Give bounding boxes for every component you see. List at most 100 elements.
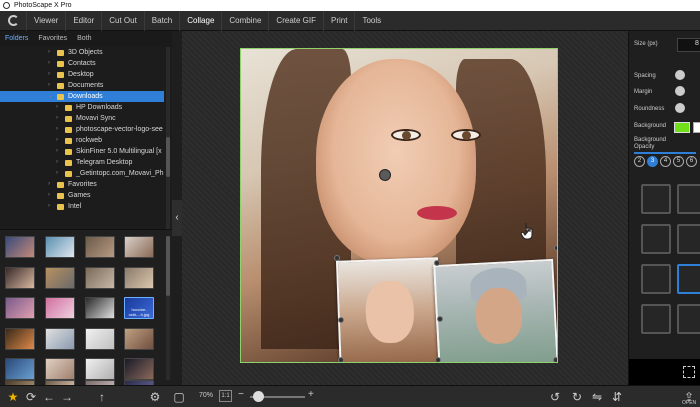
folder-tree-item[interactable]: › Movavi Sync xyxy=(0,113,172,124)
photo-thumbnail[interactable] xyxy=(45,297,75,319)
rotate-right-icon[interactable]: ↻ xyxy=(570,390,584,404)
arrow-right-icon[interactable]: → xyxy=(60,390,74,404)
layout-tile-selected[interactable] xyxy=(677,264,700,294)
menu-batch[interactable]: Batch xyxy=(143,10,179,31)
photo-thumbnail[interactable] xyxy=(124,358,154,380)
count-option-6[interactable]: 6 xyxy=(686,156,697,167)
zoom-in-button[interactable]: + xyxy=(308,389,314,400)
folder-tree-item[interactable]: ⌄ Downloads xyxy=(0,91,164,102)
expand-arrow-icon[interactable]: › xyxy=(56,135,58,146)
folder-tree-item[interactable]: › Desktop xyxy=(0,69,172,80)
photo-thumbnail[interactable] xyxy=(5,267,35,289)
layout-tile[interactable] xyxy=(677,184,700,214)
arrow-up-icon[interactable]: ↑ xyxy=(95,390,109,404)
layout-tile[interactable] xyxy=(641,304,671,334)
refresh-icon[interactable]: ⟳ xyxy=(24,390,38,404)
folder-tree-item[interactable]: › Telegram Desktop xyxy=(0,157,172,168)
resize-handle[interactable] xyxy=(437,316,443,322)
menu-collage[interactable]: Collage xyxy=(179,10,221,31)
gear-icon[interactable]: ⚙ xyxy=(148,390,162,404)
photo-thumbnail[interactable] xyxy=(124,328,154,350)
thumbnail-scrollbar[interactable] xyxy=(166,236,170,380)
layout-tile[interactable] xyxy=(677,224,700,254)
folder-tree-item[interactable]: › 3D Objects xyxy=(0,47,172,58)
photo-thumbnail[interactable] xyxy=(45,328,75,350)
folder-tree-scrollbar[interactable] xyxy=(166,47,170,229)
layout-tile[interactable] xyxy=(641,184,671,214)
expand-arrow-icon[interactable]: › xyxy=(48,179,50,190)
count-option-3[interactable]: 3 xyxy=(647,156,658,167)
menu-editor[interactable]: Editor xyxy=(65,10,101,31)
collage-canvas[interactable] xyxy=(182,31,628,385)
count-option-5[interactable]: 5 xyxy=(673,156,684,167)
zoom-one-to-one-button[interactable]: 1:1 xyxy=(219,390,232,402)
folder-tree-item[interactable]: › SkinFiner 5.0 Multilingual [x xyxy=(0,146,172,157)
zoom-out-button[interactable]: − xyxy=(238,389,244,400)
expand-arrow-icon[interactable]: › xyxy=(48,80,50,91)
resize-handle[interactable] xyxy=(553,357,557,362)
menu-print[interactable]: Print xyxy=(323,10,354,31)
margin-slider[interactable] xyxy=(675,86,685,96)
collage-photo-3[interactable] xyxy=(433,258,557,362)
star-icon[interactable]: ★ xyxy=(6,390,20,404)
frame-toggle-icon[interactable]: ▢ xyxy=(172,390,186,404)
collage-photo-2[interactable] xyxy=(335,257,443,362)
resize-handle[interactable] xyxy=(554,245,557,251)
tab-both[interactable]: Both xyxy=(72,31,96,47)
background-color-swatch[interactable] xyxy=(674,122,690,133)
layout-tile[interactable] xyxy=(641,264,671,294)
menu-viewer[interactable]: Viewer xyxy=(26,10,65,31)
resize-handle[interactable] xyxy=(435,357,441,362)
expand-arrow-icon[interactable]: › xyxy=(56,157,58,168)
app-menu-icon[interactable] xyxy=(0,11,26,31)
folder-tree-item[interactable]: › photoscape-vector-logo-see xyxy=(0,124,172,135)
tab-folders[interactable]: Folders xyxy=(0,31,33,47)
menu-cut-out[interactable]: Cut Out xyxy=(101,10,144,31)
photo-thumbnail[interactable] xyxy=(45,236,75,258)
menu-combine[interactable]: Combine xyxy=(221,10,268,31)
spacing-slider[interactable] xyxy=(675,70,685,80)
expand-arrow-icon[interactable]: › xyxy=(48,201,50,212)
photo-thumbnail[interactable] xyxy=(85,358,115,380)
arrow-left-icon[interactable]: ← xyxy=(42,390,56,404)
photo-thumbnail[interactable]: hovcine-ncbi-...h.jpg xyxy=(124,297,154,319)
resize-handle[interactable] xyxy=(334,255,340,261)
folder-tree-item[interactable]: › rockweb xyxy=(0,135,172,146)
folder-tree-item[interactable]: › Favorites xyxy=(0,179,172,190)
expand-arrow-icon[interactable]: › xyxy=(56,124,58,135)
zoom-slider-knob[interactable] xyxy=(253,391,264,402)
count-option-4[interactable]: 4 xyxy=(660,156,671,167)
expand-arrow-icon[interactable]: › xyxy=(48,69,50,80)
bg-opacity-slider[interactable] xyxy=(634,152,696,154)
collage-frame[interactable] xyxy=(240,48,558,363)
collapse-panel-button[interactable]: ‹ xyxy=(172,200,182,236)
expand-arrow-icon[interactable]: › xyxy=(56,146,58,157)
resize-handle[interactable] xyxy=(434,260,440,266)
photo-thumbnail[interactable] xyxy=(5,358,35,380)
background-pattern-swatch[interactable] xyxy=(693,122,700,133)
rotate-left-icon[interactable]: ↺ xyxy=(548,390,562,404)
folder-tree-item[interactable]: › HP Downloads xyxy=(0,102,172,113)
drag-grip-handle[interactable] xyxy=(379,169,391,181)
menu-create-gif[interactable]: Create GIF xyxy=(268,10,323,31)
photo-thumbnail[interactable] xyxy=(45,267,75,289)
photo-thumbnail[interactable] xyxy=(124,267,154,289)
photo-thumbnail[interactable] xyxy=(45,358,75,380)
folder-tree-item[interactable]: › _Getintopc.com_Movavi_Ph xyxy=(0,168,172,179)
folder-tree-item[interactable]: › Intel xyxy=(0,201,172,212)
flip-horizontal-icon[interactable]: ⇋ xyxy=(590,390,604,404)
photo-thumbnail[interactable] xyxy=(5,328,35,350)
expand-arrow-icon[interactable]: › xyxy=(48,47,50,58)
expand-arrow-icon[interactable]: › xyxy=(48,58,50,69)
menu-tools[interactable]: Tools xyxy=(354,10,388,31)
tab-favorites[interactable]: Favorites xyxy=(33,31,72,47)
expand-arrow-icon[interactable]: › xyxy=(56,102,58,113)
expand-arrow-icon[interactable]: › xyxy=(56,168,58,179)
photo-thumbnail[interactable] xyxy=(85,236,115,258)
folder-tree-item[interactable]: › Contacts xyxy=(0,58,172,69)
resize-handle[interactable] xyxy=(338,317,344,323)
count-option-2[interactable]: 2 xyxy=(634,156,645,167)
roundness-slider[interactable] xyxy=(675,103,685,113)
expand-arrow-icon[interactable]: ⌄ xyxy=(48,91,53,102)
fit-frame-icon[interactable] xyxy=(683,366,695,378)
